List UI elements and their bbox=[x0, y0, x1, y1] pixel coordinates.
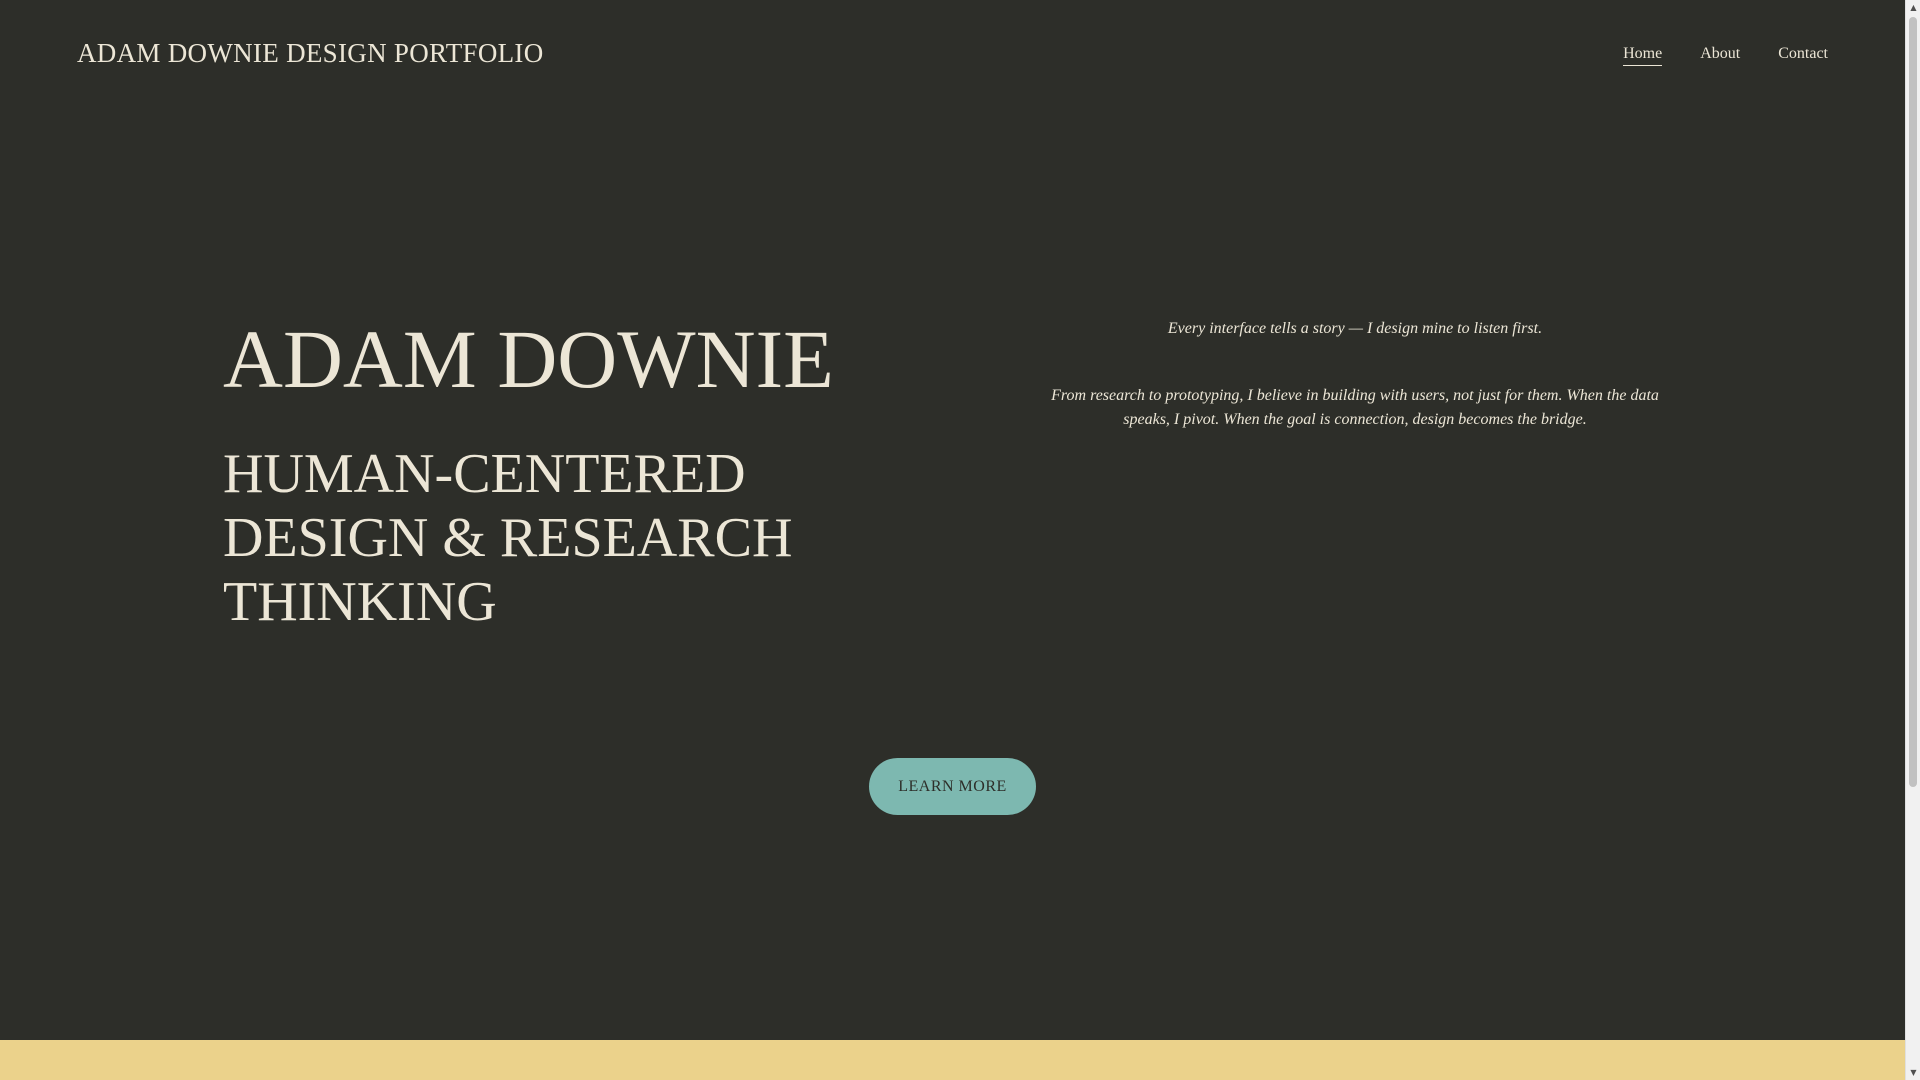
scrollbar-thumb[interactable] bbox=[1909, 17, 1917, 787]
hero-intro: From research to prototyping, I believe … bbox=[1051, 387, 1659, 428]
learn-more-button[interactable]: LEARN MORE bbox=[869, 758, 1036, 815]
hero-quote: Every interface tells a story — I design… bbox=[1167, 320, 1543, 337]
nav-home-link[interactable]: Home bbox=[1623, 45, 1663, 66]
next-section-band bbox=[0, 1040, 1905, 1080]
main-nav: Home About Contact bbox=[1623, 45, 1828, 66]
page: ADAM DOWNIE DESIGN PORTFOLIO Home About … bbox=[0, 0, 1905, 1080]
nav-about-link[interactable]: About bbox=[1700, 45, 1740, 66]
hero-tagline: HUMAN-CENTERED DESIGN & RESEARCH THINKIN… bbox=[223, 443, 793, 633]
triangle-down-icon[interactable]: ▼ bbox=[1906, 1065, 1920, 1080]
site-title[interactable]: ADAM DOWNIE DESIGN PORTFOLIO bbox=[77, 38, 544, 69]
vertical-scrollbar[interactable]: ▲ ▼ bbox=[1905, 0, 1920, 1080]
nav-contact-link[interactable]: Contact bbox=[1778, 45, 1828, 66]
hero-name: ADAM DOWNIE bbox=[223, 313, 834, 405]
triangle-up-icon[interactable]: ▲ bbox=[1906, 0, 1920, 15]
